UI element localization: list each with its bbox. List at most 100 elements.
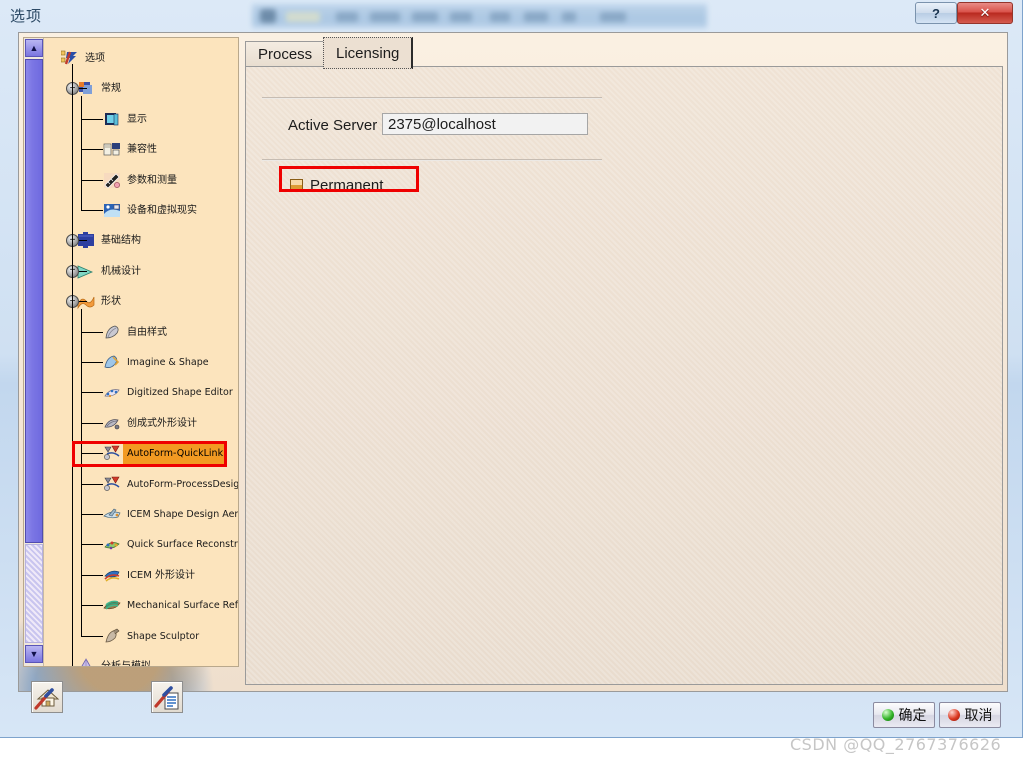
tree-node-7[interactable]: 机械设计 [77, 261, 141, 283]
tree-connector [81, 544, 103, 546]
tree-connector [79, 270, 87, 272]
tab-licensing[interactable]: Licensing [323, 37, 414, 69]
tree-node-13[interactable]: AutoForm-QuickLink [103, 443, 227, 466]
tree-connector [55, 666, 77, 667]
watermark: CSDN @QQ_2767376626 [790, 735, 1002, 754]
tree-connector [81, 210, 103, 211]
tree-node-3[interactable]: 兼容性 [103, 139, 157, 161]
scrollbar-track[interactable] [25, 544, 43, 643]
tree-node-1[interactable]: 常规 [77, 78, 121, 100]
tree-node-label: Shape Sculptor [127, 630, 200, 642]
tree-node-5[interactable]: 设备和虚拟现实 [103, 200, 197, 222]
tree-node-2[interactable]: 显示 [103, 109, 147, 131]
digitized-shape-editor-icon [103, 384, 123, 402]
tree-node-label: Mechanical Surface Refinement [127, 600, 238, 612]
tree-connector [81, 392, 103, 394]
tree-node-15[interactable]: ICEM Shape Design AeroExpert [103, 504, 239, 526]
blur-token [336, 12, 358, 22]
tab-strip: Process Licensing [245, 37, 1003, 69]
scroll-down-arrow-icon[interactable]: ▼ [25, 645, 43, 663]
tree-connector [81, 422, 103, 424]
options-content-pane: Process Licensing Active Server 2375@loc… [245, 37, 1003, 685]
tree-vertical-scrollbar[interactable]: ▲ ▼ [24, 38, 44, 666]
infrastructure-icon [77, 232, 97, 250]
ok-button[interactable]: 确定 [873, 702, 935, 728]
shape-sculptor-icon [103, 628, 123, 646]
tree-node-20[interactable]: 分析与模拟 [77, 656, 151, 666]
reset-home-icon [34, 688, 60, 710]
tree-connector [81, 635, 103, 637]
tab-process[interactable]: Process [245, 41, 326, 67]
tree-connector [79, 301, 87, 303]
icem-shape-design-icon [103, 567, 123, 585]
tree-node-label: Quick Surface Reconstruction [127, 539, 238, 551]
tree-node-16[interactable]: Quick Surface Reconstruction [103, 534, 238, 556]
freestyle-icon [103, 324, 123, 342]
tree-node-label: ICEM Shape Design AeroExpert [127, 509, 239, 520]
scrollbar-thumb[interactable] [25, 59, 43, 543]
tree-node-label: 创成式外形设计 [127, 417, 197, 429]
cancel-button[interactable]: 取消 [939, 702, 1001, 728]
tree-node-label: 常规 [101, 83, 121, 95]
tree-node-label: 设备和虚拟现实 [127, 205, 197, 216]
tree-connector [81, 149, 103, 151]
tree-node-11[interactable]: Digitized Shape Editor [103, 382, 233, 404]
options-icon [60, 50, 81, 68]
tree-trunk [81, 96, 82, 211]
separator-bottom [262, 159, 602, 161]
tree-node-label: ICEM 外形设计 [127, 569, 196, 581]
window-titlebar: 选项 ? ✕ [0, 0, 1023, 30]
tree-node-label: 形状 [101, 296, 121, 308]
autoform-processdesigner-icon [103, 476, 123, 494]
imagine-and-shape-icon [103, 354, 123, 372]
tree-node-label: AutoForm-QuickLink [123, 443, 227, 466]
tree-connector [81, 605, 103, 607]
generative-shape-design-icon [103, 415, 123, 433]
blur-token [600, 12, 626, 22]
dialog-client-area: ▲ ▼ 选项常规−显示兼容性参数和测量设备和虚拟现实基础结构+机械设计+形状−自… [18, 32, 1008, 713]
scroll-up-arrow-icon[interactable]: ▲ [25, 39, 43, 57]
tree-node-label: 基础结构 [101, 235, 141, 247]
tree-node-label: 选项 [85, 53, 105, 64]
tree-node-19[interactable]: Shape Sculptor [103, 626, 199, 648]
display-icon [103, 111, 123, 129]
tree-trunk [72, 64, 73, 666]
tree-node-10[interactable]: Imagine & Shape [103, 352, 209, 374]
help-button[interactable]: ? [915, 2, 957, 24]
licensing-panel: Active Server 2375@localhost Permanent [245, 66, 1003, 685]
tree-node-label: 显示 [127, 113, 147, 125]
icem-shape-design-aeroexpert-icon [103, 506, 123, 524]
tree-connector [79, 240, 87, 242]
analysis-simulation-icon [77, 658, 97, 666]
active-server-input[interactable]: 2375@localhost [382, 113, 588, 135]
quick-surface-reconstruction-icon [103, 536, 123, 554]
tree-node-12[interactable]: 创成式外形设计 [103, 413, 197, 435]
cancel-button-label: 取消 [964, 708, 993, 724]
tree-node-8[interactable]: 形状 [77, 291, 121, 313]
close-button[interactable]: ✕ [957, 2, 1013, 24]
dialog-background: ▲ ▼ 选项常规−显示兼容性参数和测量设备和虚拟现实基础结构+机械设计+形状−自… [19, 33, 1007, 713]
tree-node-label: 自由样式 [127, 326, 167, 338]
blur-token [490, 12, 510, 22]
tree-node-label: 参数和测量 [127, 174, 177, 186]
blur-token [260, 9, 276, 23]
blur-token [286, 12, 320, 22]
cancel-orb-icon [947, 709, 960, 721]
blur-token [450, 12, 472, 22]
tree-node-17[interactable]: ICEM 外形设计 [103, 565, 195, 587]
tree-node-4[interactable]: 参数和测量 [103, 170, 177, 192]
edit-settings-button[interactable] [151, 681, 183, 713]
tree-node-14[interactable]: AutoForm-ProcessDesigner [103, 474, 238, 496]
reset-to-defaults-button[interactable] [31, 681, 63, 713]
options-dialog-window: 选项 ? ✕ ▲ ▼ 选项 常规 显示 兼容性 参数和测量 设备和虚拟现实 基础… [0, 0, 1023, 738]
tree-node-18[interactable]: Mechanical Surface Refinement [103, 595, 238, 617]
compatibility-icon [103, 141, 123, 159]
tree-node-label: Digitized Shape Editor [127, 387, 233, 399]
tree-node-0[interactable]: 选项 [60, 48, 105, 70]
tree-node-6[interactable]: 基础结构 [77, 230, 141, 252]
tree-connector [81, 362, 103, 363]
tree-node-label: Imagine & Shape [127, 357, 209, 368]
mechanical-surface-refinement-icon [103, 597, 123, 615]
tree-node-9[interactable]: 自由样式 [103, 322, 167, 344]
shape-icon [77, 293, 97, 311]
